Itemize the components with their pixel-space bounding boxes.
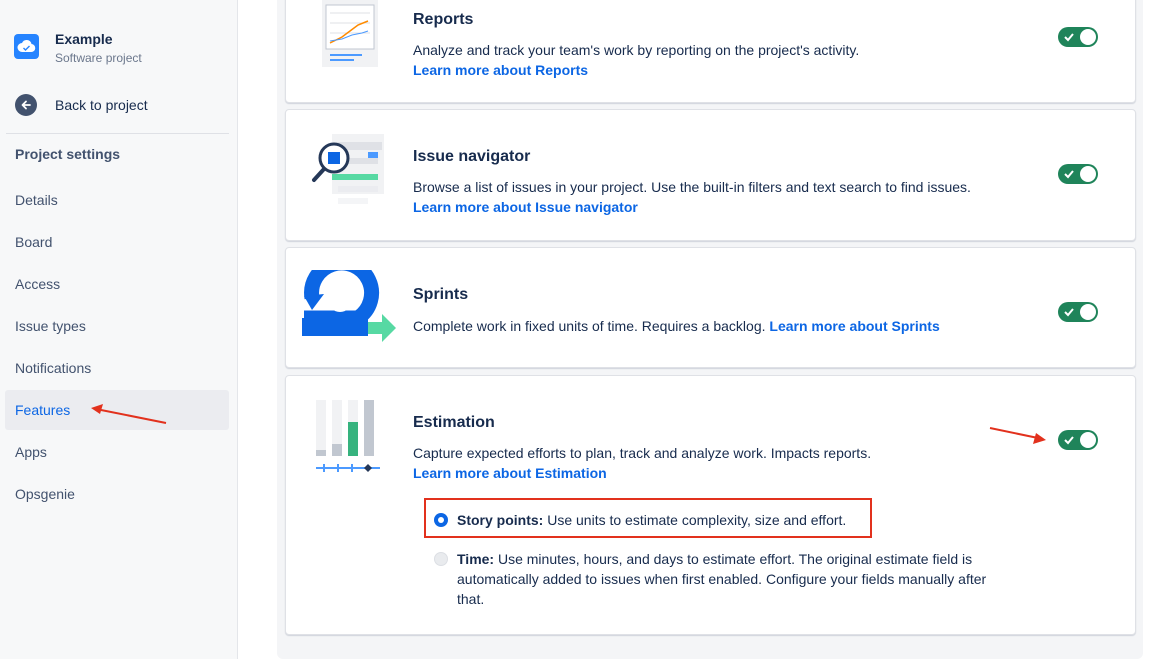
feature-description-text: Capture expected efforts to plan, track … <box>413 445 872 461</box>
check-icon <box>1064 308 1074 317</box>
section-title: Project settings <box>15 146 121 162</box>
sidebar-divider <box>6 133 229 134</box>
arrow-left-icon <box>15 94 37 116</box>
sidebar-item-apps[interactable]: Apps <box>5 432 229 472</box>
sprints-illustration-icon <box>302 270 396 342</box>
feature-card-estimation: Estimation Capture expected efforts to p… <box>285 375 1136 635</box>
feature-description-text: Complete work in fixed units of time. Re… <box>413 318 766 334</box>
feature-card-issue-navigator: Issue navigator Browse a list of issues … <box>285 109 1136 241</box>
issue-navigator-illustration-icon <box>312 134 384 204</box>
feature-title: Reports <box>413 11 474 28</box>
project-avatar <box>14 34 39 59</box>
sidebar-item-board[interactable]: Board <box>5 222 229 262</box>
project-name: Example <box>55 31 113 47</box>
cloud-icon <box>17 39 36 53</box>
sidebar-item-access[interactable]: Access <box>5 264 229 304</box>
sidebar-item-opsgenie[interactable]: Opsgenie <box>5 474 229 514</box>
project-type: Software project <box>55 51 142 65</box>
sidebar-nav: Details Board Access Issue types Notific… <box>5 180 229 516</box>
time-radio[interactable] <box>434 552 448 566</box>
option-text: Story points: Use units to estimate comp… <box>457 510 846 530</box>
feature-card-sprints: Sprints Complete work in fixed units of … <box>285 247 1136 368</box>
feature-title: Estimation <box>413 414 495 431</box>
sprints-toggle[interactable] <box>1058 302 1098 322</box>
story-points-radio[interactable] <box>434 513 448 527</box>
annotation-arrow-icon <box>989 427 1046 444</box>
toggle-knob <box>1080 432 1096 448</box>
feature-description: Browse a list of issues in your project.… <box>413 177 1093 217</box>
estimation-toggle[interactable] <box>1058 430 1098 450</box>
learn-more-sprints-link[interactable]: Learn more about Sprints <box>769 318 939 334</box>
option-text: Time: Use minutes, hours, and days to es… <box>457 549 994 609</box>
project-header: Example Software project <box>14 28 142 66</box>
feature-description-text: Analyze and track your team's work by re… <box>413 42 860 58</box>
back-to-project-link[interactable]: Back to project <box>15 94 148 116</box>
issue-navigator-toggle[interactable] <box>1058 164 1098 184</box>
feature-description: Complete work in fixed units of time. Re… <box>413 316 1053 336</box>
feature-card-reports: Reports Analyze and track your team's wo… <box>285 0 1136 103</box>
check-icon <box>1064 436 1074 445</box>
annotation-arrow-icon <box>91 404 167 424</box>
sidebar-item-notifications[interactable]: Notifications <box>5 348 229 388</box>
feature-description: Analyze and track your team's work by re… <box>413 40 1053 80</box>
reports-illustration-icon <box>322 0 378 67</box>
feature-title: Sprints <box>413 286 469 303</box>
learn-more-reports-link[interactable]: Learn more about Reports <box>413 60 1053 80</box>
back-label: Back to project <box>55 97 148 113</box>
option-label: Story points: <box>457 512 544 528</box>
sidebar-item-details[interactable]: Details <box>5 180 229 220</box>
option-label: Time: <box>457 551 495 567</box>
learn-more-issue-navigator-link[interactable]: Learn more about Issue navigator <box>413 197 1093 217</box>
estimation-option-story-points[interactable]: Story points: Use units to estimate comp… <box>434 510 846 530</box>
option-description: Use minutes, hours, and days to estimate… <box>457 551 987 607</box>
learn-more-estimation-link[interactable]: Learn more about Estimation <box>413 463 1053 483</box>
sidebar-item-issue-types[interactable]: Issue types <box>5 306 229 346</box>
feature-title: Issue navigator <box>413 148 531 165</box>
estimation-option-time[interactable]: Time: Use minutes, hours, and days to es… <box>434 549 994 609</box>
check-icon <box>1064 170 1074 179</box>
toggle-knob <box>1080 29 1096 45</box>
toggle-knob <box>1080 166 1096 182</box>
sidebar: Example Software project Back to project… <box>0 0 238 659</box>
option-description: Use units to estimate complexity, size a… <box>547 512 847 528</box>
reports-toggle[interactable] <box>1058 27 1098 47</box>
check-icon <box>1064 33 1074 42</box>
feature-description-text: Browse a list of issues in your project.… <box>413 179 971 195</box>
toggle-knob <box>1080 304 1096 320</box>
feature-description: Capture expected efforts to plan, track … <box>413 443 1053 483</box>
estimation-illustration-icon <box>316 400 380 472</box>
